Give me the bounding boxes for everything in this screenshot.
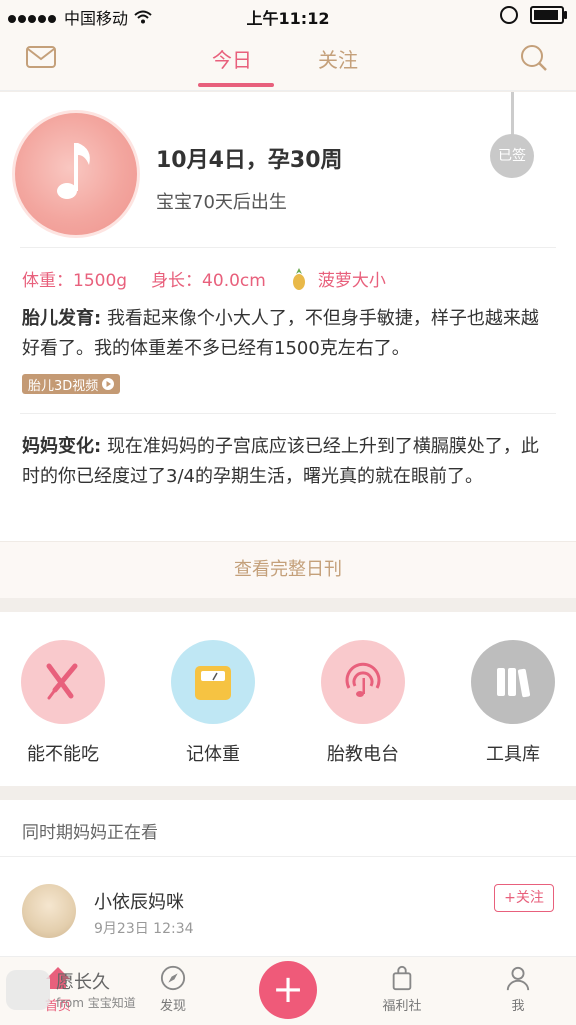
tool-label: 记体重 bbox=[186, 744, 240, 765]
shopping-bag-icon bbox=[392, 965, 412, 991]
date-title: 10月4日，孕30周 bbox=[156, 148, 343, 173]
fetal-development: 胎儿发育: 我看起来像个小大人了，不但身手敏捷，样子也越来越好看了。我的体重差不… bbox=[22, 304, 546, 364]
daily-card: 10月4日，孕30周 宝宝70天后出生 已签 体重：1500g 身长：40.0c… bbox=[0, 92, 576, 598]
divider bbox=[20, 413, 556, 414]
avatar[interactable] bbox=[22, 884, 76, 938]
compass-icon bbox=[160, 965, 186, 991]
tool-weight[interactable]: 记体重 bbox=[163, 640, 263, 766]
tool-can-eat[interactable]: 能不能吃 bbox=[13, 640, 113, 766]
nav-me[interactable]: 我 bbox=[478, 965, 558, 1014]
video-label: 胎儿3D视频 bbox=[28, 378, 99, 394]
search-icon[interactable] bbox=[520, 44, 548, 72]
tool-label: 工具库 bbox=[486, 744, 540, 765]
due-text: 宝宝70天后出生 bbox=[156, 192, 287, 213]
size-compare: 菠萝大小 bbox=[317, 271, 386, 291]
nav-discover[interactable]: 发现 bbox=[133, 965, 213, 1014]
user-icon bbox=[506, 966, 530, 991]
nav-label: 我 bbox=[511, 999, 525, 1014]
divider bbox=[20, 247, 556, 248]
fetal-3d-video-button[interactable]: 胎儿3D视频 bbox=[22, 374, 121, 394]
watermark: 愿长久 from 宝宝知道 bbox=[6, 968, 136, 1011]
mom-changes: 妈妈变化: 现在准妈妈的子宫底应该已经上升到了横膈膜处了，此时的你已经度过了3/… bbox=[22, 432, 546, 492]
status-bar: 中国移动 上午11:12 bbox=[0, 0, 576, 30]
length-stat: 身长：40.0cm bbox=[151, 271, 266, 291]
peer-moms-feed: 同时期妈妈正在看 小依辰妈咪 9月23日 12:34 +关注 bbox=[0, 800, 576, 956]
rotation-lock-icon bbox=[500, 6, 518, 24]
nav-label: 发现 bbox=[159, 999, 186, 1014]
fetus-image[interactable] bbox=[12, 110, 140, 238]
watermark-line1: 愿长久 bbox=[56, 972, 110, 993]
scale-icon bbox=[171, 640, 255, 724]
feed-header: 同时期妈妈正在看 bbox=[22, 823, 158, 843]
tool-label: 胎教电台 bbox=[327, 744, 399, 765]
battery-icon bbox=[530, 6, 567, 24]
tools-row: 能不能吃 记体重 胎教电台 工具库 bbox=[0, 612, 576, 786]
tool-library[interactable]: 工具库 bbox=[463, 640, 563, 766]
music-note-icon bbox=[57, 143, 90, 199]
pineapple-icon bbox=[292, 267, 305, 290]
weight-stat: 体重：1500g bbox=[22, 271, 128, 291]
user-name[interactable]: 小依辰妈咪 bbox=[94, 888, 184, 914]
radio-music-icon bbox=[321, 640, 405, 724]
tab-today[interactable]: 今日 bbox=[212, 44, 252, 73]
baby-stats: 体重：1500g 身长：40.0cm 菠萝大小 bbox=[22, 266, 386, 291]
watermark-logo-icon bbox=[6, 969, 50, 1010]
sign-in-badge[interactable]: 已签 bbox=[490, 134, 534, 178]
nav-label: 福利社 bbox=[382, 999, 422, 1014]
fetal-label: 胎儿发育: bbox=[22, 308, 102, 329]
tool-prenatal-radio[interactable]: 胎教电台 bbox=[313, 640, 413, 766]
tool-label: 能不能吃 bbox=[27, 744, 99, 765]
books-icon bbox=[471, 640, 555, 724]
divider bbox=[0, 856, 576, 857]
post-time: 9月23日 12:34 bbox=[94, 921, 194, 937]
play-icon bbox=[102, 378, 115, 390]
status-time: 上午11:12 bbox=[246, 9, 330, 28]
tab-follow[interactable]: 关注 bbox=[318, 44, 358, 73]
watermark-line2: from 宝宝知道 bbox=[56, 996, 136, 1010]
status-right bbox=[500, 6, 567, 24]
nav-welfare[interactable]: 福利社 bbox=[362, 965, 442, 1014]
fork-knife-icon bbox=[21, 640, 105, 724]
top-nav: 今日 关注 bbox=[0, 30, 576, 91]
mail-icon[interactable] bbox=[26, 46, 56, 68]
mom-label: 妈妈变化: bbox=[22, 436, 102, 457]
active-tab-indicator bbox=[198, 83, 274, 87]
follow-button[interactable]: +关注 bbox=[494, 884, 554, 912]
view-full-daily-button[interactable]: 查看完整日刊 bbox=[0, 541, 576, 598]
add-button[interactable]: + bbox=[259, 961, 317, 1019]
